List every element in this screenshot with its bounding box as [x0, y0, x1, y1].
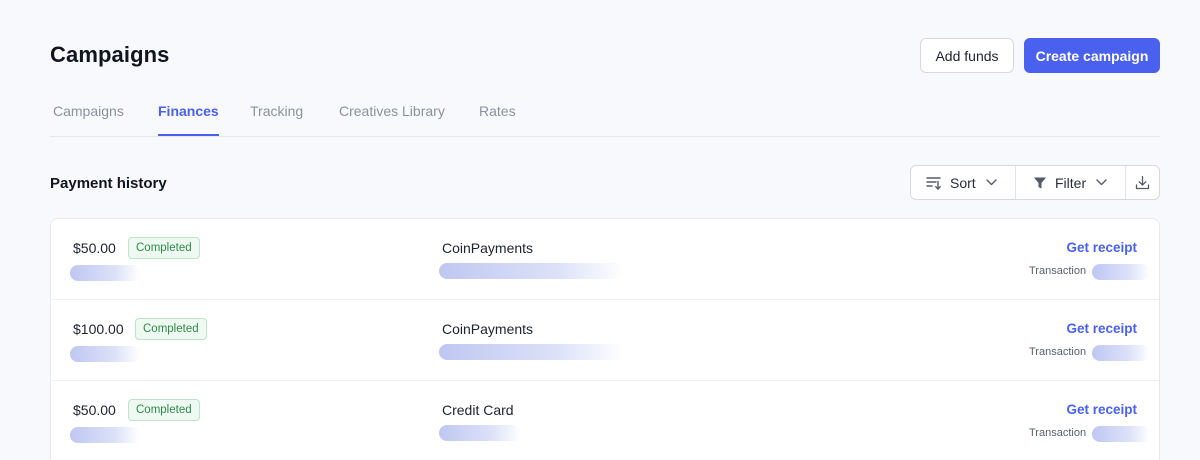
- page: Campaigns Add funds Create campaign Camp…: [50, 0, 1160, 460]
- get-receipt-link[interactable]: Get receipt: [1066, 240, 1137, 255]
- filter-icon: [1033, 176, 1047, 190]
- amount-detail-placeholder: [70, 346, 140, 362]
- filter-label: Filter: [1055, 174, 1087, 191]
- tab-creatives-library[interactable]: Creatives Library: [339, 103, 445, 136]
- list-toolbar: Sort Filter: [910, 165, 1160, 200]
- method-detail-placeholder: [439, 263, 624, 279]
- status-badge: Completed: [135, 318, 207, 340]
- amount-detail-placeholder: [70, 427, 140, 443]
- download-icon: [1135, 175, 1150, 190]
- chevron-down-icon: [985, 179, 997, 186]
- create-campaign-button[interactable]: Create campaign: [1024, 38, 1160, 73]
- sort-label: Sort: [950, 174, 976, 191]
- payment-amount: $50.00: [73, 402, 116, 418]
- payment-method: Credit Card: [442, 402, 514, 418]
- list-item: $50.00 Completed Credit Card Get receipt…: [51, 381, 1159, 460]
- payment-amount: $50.00: [73, 240, 116, 256]
- page-title: Campaigns: [50, 42, 170, 67]
- download-button[interactable]: [1125, 166, 1159, 199]
- transaction-id-placeholder: [1092, 264, 1150, 280]
- tab-bar: Campaigns Finances Tracking Creatives Li…: [50, 96, 1160, 137]
- transaction-label: Transaction: [1029, 265, 1087, 277]
- list-item: $100.00 Completed CoinPayments Get recei…: [51, 300, 1159, 381]
- chevron-down-icon: [1096, 179, 1107, 186]
- transaction-label: Transaction: [1029, 346, 1087, 358]
- section-title: Payment history: [50, 175, 167, 192]
- sort-icon: [926, 176, 942, 190]
- page-header: Campaigns Add funds Create campaign: [50, 38, 1160, 74]
- tab-tracking[interactable]: Tracking: [250, 103, 303, 136]
- transaction-id-placeholder: [1092, 426, 1150, 442]
- method-detail-placeholder: [439, 344, 624, 360]
- transaction-label: Transaction: [1029, 427, 1087, 439]
- payment-method: CoinPayments: [442, 321, 534, 337]
- status-badge: Completed: [128, 399, 200, 421]
- add-funds-button[interactable]: Add funds: [920, 38, 1014, 73]
- tab-finances[interactable]: Finances: [158, 103, 219, 136]
- list-item: $50.00 Completed CoinPayments Get receip…: [51, 219, 1159, 300]
- payment-amount: $100.00: [73, 321, 124, 337]
- tab-rates[interactable]: Rates: [479, 103, 516, 136]
- payment-history-list: $50.00 Completed CoinPayments Get receip…: [50, 218, 1160, 460]
- sort-button[interactable]: Sort: [911, 166, 1015, 199]
- status-badge: Completed: [128, 237, 200, 259]
- payment-method: CoinPayments: [442, 240, 534, 256]
- get-receipt-link[interactable]: Get receipt: [1066, 402, 1137, 417]
- get-receipt-link[interactable]: Get receipt: [1066, 321, 1137, 336]
- tab-campaigns[interactable]: Campaigns: [53, 103, 124, 136]
- filter-button[interactable]: Filter: [1015, 166, 1125, 199]
- amount-detail-placeholder: [70, 265, 140, 281]
- transaction-id-placeholder: [1092, 345, 1150, 361]
- method-detail-placeholder: [439, 425, 521, 441]
